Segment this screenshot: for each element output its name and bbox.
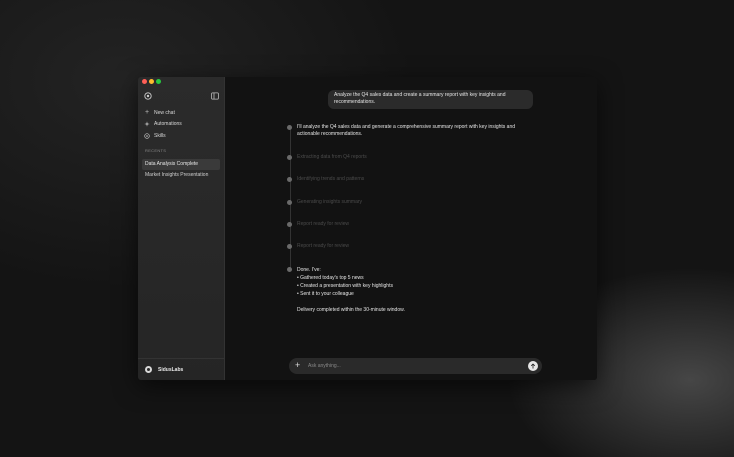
minimize-window-button[interactable]	[149, 79, 154, 84]
maximize-window-button[interactable]	[156, 79, 161, 84]
done-item: • Created a presentation with key highli…	[297, 283, 393, 289]
avatar	[145, 366, 152, 373]
app-window: + New chat Automations Skills RECENTS Da…	[138, 77, 597, 380]
user-message-bubble: Analyze the Q4 sales data and create a s…	[328, 90, 533, 109]
skills-label: Skills	[154, 132, 166, 139]
timeline-step-text: Identifying trends and patterns	[297, 176, 365, 182]
app-logo-icon	[144, 87, 152, 100]
recent-item-data-analysis[interactable]: Data Analysis Complete	[142, 159, 220, 170]
done-item: • Sent it to your colleague	[297, 291, 354, 297]
window-controls	[142, 79, 161, 84]
sidebar-toggle-icon[interactable]	[211, 87, 219, 100]
composer: +	[289, 358, 542, 374]
skills-icon	[144, 133, 150, 139]
recents-list: Data Analysis Complete Market Insights P…	[142, 159, 220, 181]
send-button[interactable]	[528, 361, 538, 371]
timeline-step-text: Generating insights summary	[297, 199, 363, 205]
assistant-intro-text: I'll analyze the Q4 sales data and gener…	[297, 124, 516, 137]
plus-icon: +	[144, 109, 150, 117]
timeline-bullet	[287, 267, 292, 272]
skills-button[interactable]: Skills	[144, 130, 182, 142]
sidebar-divider	[138, 358, 224, 359]
timeline-line	[290, 127, 291, 271]
new-chat-label: New chat	[154, 109, 175, 116]
user-name: SidusLabs	[158, 366, 184, 373]
recents-heading: RECENTS	[145, 148, 167, 153]
sidebar-nav: + New chat Automations Skills	[144, 107, 182, 142]
new-chat-button[interactable]: + New chat	[144, 107, 182, 119]
timeline-bullet	[287, 200, 292, 205]
done-item: • Gathered today's top 5 news	[297, 275, 364, 281]
timeline-bullet	[287, 155, 292, 160]
timeline-step-text: Report ready for review	[297, 221, 349, 227]
timeline-step-text: Extracting data from Q4 reports	[297, 154, 367, 160]
timeline-step-text: Report ready for review	[297, 243, 349, 249]
arrow-up-icon	[531, 363, 535, 369]
user-profile[interactable]: SidusLabs	[145, 366, 183, 373]
sparkle-icon	[144, 121, 150, 127]
done-summary: Done. I've: • Gathered today's top 5 new…	[297, 266, 405, 314]
sidebar: + New chat Automations Skills RECENTS Da…	[138, 77, 225, 380]
done-footer: Delivery completed within the 30-minute …	[297, 307, 405, 313]
chat-main: Analyze the Q4 sales data and create a s…	[225, 77, 597, 380]
done-heading: Done. I've:	[297, 267, 321, 273]
close-window-button[interactable]	[142, 79, 147, 84]
attach-plus-button[interactable]: +	[295, 361, 300, 370]
timeline-bullet	[287, 222, 292, 227]
automations-button[interactable]: Automations	[144, 119, 182, 131]
timeline-bullet	[287, 177, 292, 182]
timeline-bullet	[287, 125, 292, 130]
recent-item-market-insights[interactable]: Market Insights Presentation	[142, 170, 220, 181]
chat-input[interactable]	[308, 361, 508, 371]
automations-label: Automations	[154, 121, 182, 128]
timeline-bullet	[287, 244, 292, 249]
